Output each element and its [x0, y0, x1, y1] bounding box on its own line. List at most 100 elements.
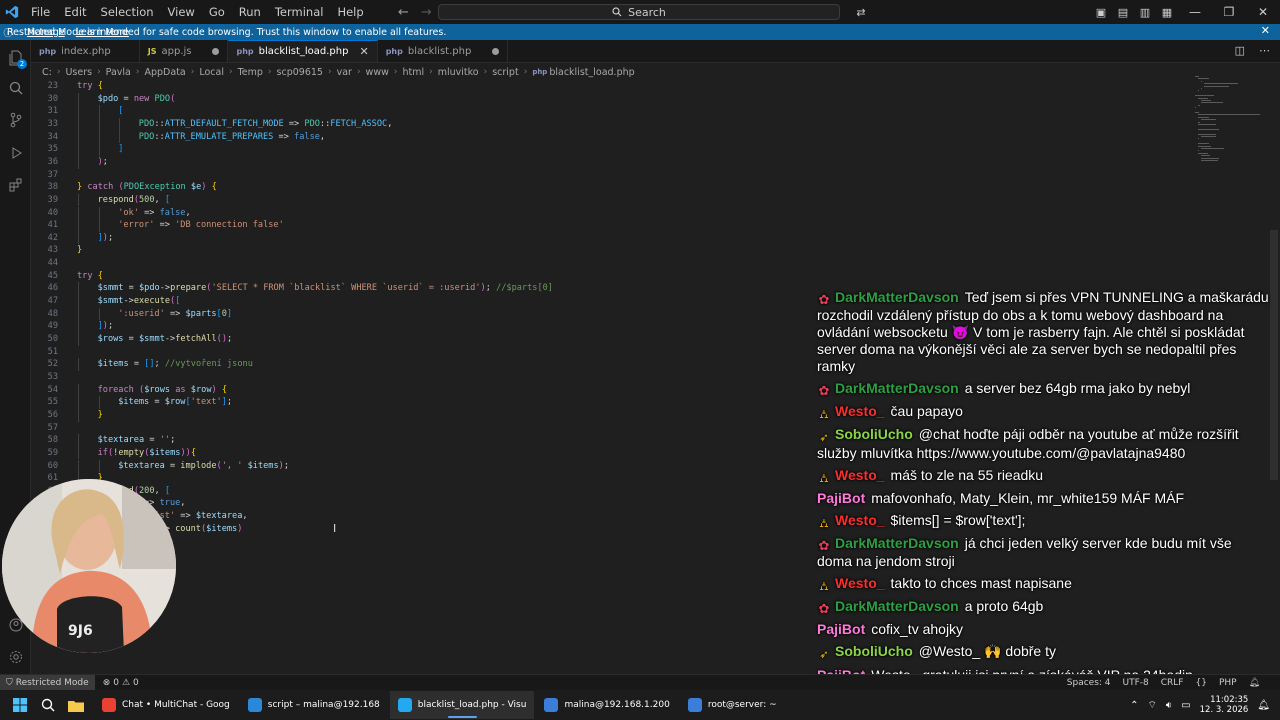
code-line[interactable]: 42]); [31, 232, 1271, 245]
minimize-button[interactable]: — [1178, 0, 1212, 24]
breadcrumb-item[interactable]: Pavla [106, 67, 131, 78]
volume-icon[interactable]: 🔉︎ [1166, 700, 1172, 711]
source-control-icon[interactable] [6, 110, 26, 130]
code-line[interactable]: 41 'error' => 'DB connection false' [31, 219, 1271, 232]
chevron-up-icon[interactable]: ⌃ [1130, 700, 1138, 711]
code-line[interactable]: 43} [31, 244, 1271, 257]
line-number: 57 [47, 422, 58, 433]
code-line[interactable]: 45 try { [31, 270, 1271, 283]
copilot-icon[interactable]: ⇄ [852, 4, 870, 20]
file-explorer-icon[interactable] [62, 691, 90, 719]
breadcrumb-item[interactable]: html [402, 67, 424, 78]
tab-blacklist-load-php[interactable]: php blacklist_load.php ✕ [228, 40, 378, 62]
menu-terminal[interactable]: Terminal [268, 0, 331, 24]
breadcrumb-item[interactable]: Temp [238, 67, 263, 78]
notification-icon[interactable]: 🔔︎ [1257, 700, 1270, 711]
chevron-right-icon: › [228, 67, 233, 77]
gear-icon[interactable] [6, 647, 26, 667]
tab-blacklist-php[interactable]: php blacklist.php [378, 40, 509, 62]
taskbar-app[interactable]: script – malina@192.168 [240, 691, 388, 719]
eol-indicator[interactable]: CRLF [1161, 678, 1184, 688]
clock[interactable]: 11:02:35 12. 3. 2026 [1200, 695, 1249, 715]
extensions-icon[interactable] [6, 175, 26, 195]
taskbar-app[interactable]: blacklist_load.php - Visu [389, 691, 535, 719]
taskbar-app[interactable]: Chat • MultiChat - Goog [94, 691, 238, 719]
windows-start-icon[interactable] [6, 691, 34, 719]
code-line[interactable]: 37 [31, 169, 1271, 182]
code-line[interactable]: 38} catch (PDOException $e) { [31, 181, 1271, 194]
taskbar-app[interactable]: root@server: ~ [680, 691, 785, 719]
code-line[interactable]: 39 respond(500, [ [31, 194, 1271, 207]
encoding-indicator[interactable]: UTF-8 [1123, 678, 1149, 688]
tab-index-php[interactable]: php index.php [31, 40, 140, 62]
code-line[interactable]: 33 PDO::ATTR_DEFAULT_FETCH_MODE => PDO::F… [31, 118, 1271, 131]
language-indicator[interactable]: PHP [1219, 678, 1237, 688]
layout-secondary-icon[interactable]: ▥ [1136, 4, 1154, 20]
error-count: 0 [113, 677, 119, 688]
split-editor-icon[interactable]: ◫ [1235, 44, 1245, 57]
code-line[interactable]: 31 [ [31, 105, 1271, 118]
minimap-line [1201, 102, 1224, 104]
menu-help[interactable]: Help [330, 0, 370, 24]
menu-file[interactable]: File [24, 0, 57, 24]
breadcrumb-item[interactable]: www [366, 67, 389, 78]
layout-panel-icon[interactable]: ▤ [1114, 4, 1132, 20]
breadcrumb-item[interactable]: mluvitko [438, 67, 479, 78]
run-debug-icon[interactable] [6, 143, 26, 163]
chevron-right-icon: › [393, 67, 398, 77]
chat-username: Westo_ [835, 512, 885, 528]
back-arrow-icon[interactable]: ← [398, 5, 409, 20]
code-line[interactable]: 36); [31, 156, 1271, 169]
code-line[interactable]: 44 [31, 257, 1271, 270]
tab-app-js[interactable]: JS app.js [140, 40, 229, 62]
code-line[interactable]: 35] [31, 143, 1271, 156]
restricted-mode-indicator[interactable]: ⛉ Restricted Mode [0, 674, 95, 691]
problems-indicator[interactable]: ⊗ 0 ⚠ 0 [103, 678, 139, 688]
chat-message: ✿ DarkMatterDavson Teď jsem si přes VPN TU… [817, 289, 1269, 375]
indentation-indicator[interactable]: Spaces: 4 [1067, 678, 1111, 688]
code-text: 'error' => 'DB connection false' [118, 220, 284, 231]
taskbar-search-icon[interactable] [34, 691, 62, 719]
breadcrumb-item[interactable]: scp09615 [277, 67, 323, 78]
code-line[interactable]: 23 try { [31, 80, 1271, 93]
menu-run[interactable]: Run [232, 0, 268, 24]
breadcrumb-item[interactable]: blacklist_load.php [549, 67, 634, 78]
close-tab-icon[interactable]: ✕ [359, 45, 368, 58]
minimap[interactable] [1195, 76, 1265, 170]
menu-go[interactable]: Go [202, 0, 232, 24]
line-number: 37 [47, 169, 58, 180]
forward-arrow-icon[interactable]: → [421, 5, 432, 20]
code-line[interactable]: 40 'ok' => false, [31, 207, 1271, 220]
breadcrumb-item[interactable]: Local [199, 67, 224, 78]
code-line[interactable]: 30 $pdo = new PDO( [31, 93, 1271, 106]
code-line[interactable]: 34 PDO::ATTR_EMULATE_PREPARES => false, [31, 131, 1271, 144]
unsaved-dot-icon[interactable] [492, 47, 500, 55]
battery-icon[interactable]: ▭ [1181, 700, 1190, 711]
unsaved-dot-icon[interactable] [212, 47, 220, 55]
close-window-button[interactable]: ✕ [1246, 0, 1280, 24]
wifi-icon[interactable]: ⌔ [1147, 699, 1156, 712]
chat-username: PajiBot [817, 621, 866, 637]
taskbar-app[interactable]: malina@192.168.1.200 [536, 691, 677, 719]
restore-button[interactable]: ❐ [1212, 0, 1246, 24]
search-icon[interactable] [6, 78, 26, 98]
command-center-search[interactable]: Search [438, 4, 840, 20]
menu-view[interactable]: View [161, 0, 202, 24]
close-icon[interactable]: ✕ [1261, 24, 1270, 37]
menu-edit[interactable]: Edit [57, 0, 93, 24]
breadcrumb-item[interactable]: var [337, 67, 352, 78]
chat-text: a proto 64gb [964, 598, 1044, 614]
indent-guide [98, 130, 100, 144]
chat-message: ✿ DarkMatterDavson a server bez 64gb rma j… [817, 380, 1269, 398]
breadcrumb-item[interactable]: Users [65, 67, 92, 78]
restricted-label: Restricted Mode [15, 677, 89, 688]
breadcrumb-item[interactable]: AppData [145, 67, 186, 78]
breadcrumb-item[interactable]: script [492, 67, 518, 78]
more-actions-icon[interactable]: ⋯ [1259, 44, 1270, 57]
pray-badge-icon: ⛼ [819, 516, 829, 530]
breadcrumb-item[interactable]: C: [42, 67, 52, 78]
layout-sidebar-icon[interactable]: ▣ [1092, 4, 1110, 20]
customize-layout-icon[interactable]: ▦ [1158, 4, 1176, 20]
menu-selection[interactable]: Selection [94, 0, 161, 24]
notifications-bell-icon[interactable]: 🔔︎ [1249, 678, 1260, 688]
